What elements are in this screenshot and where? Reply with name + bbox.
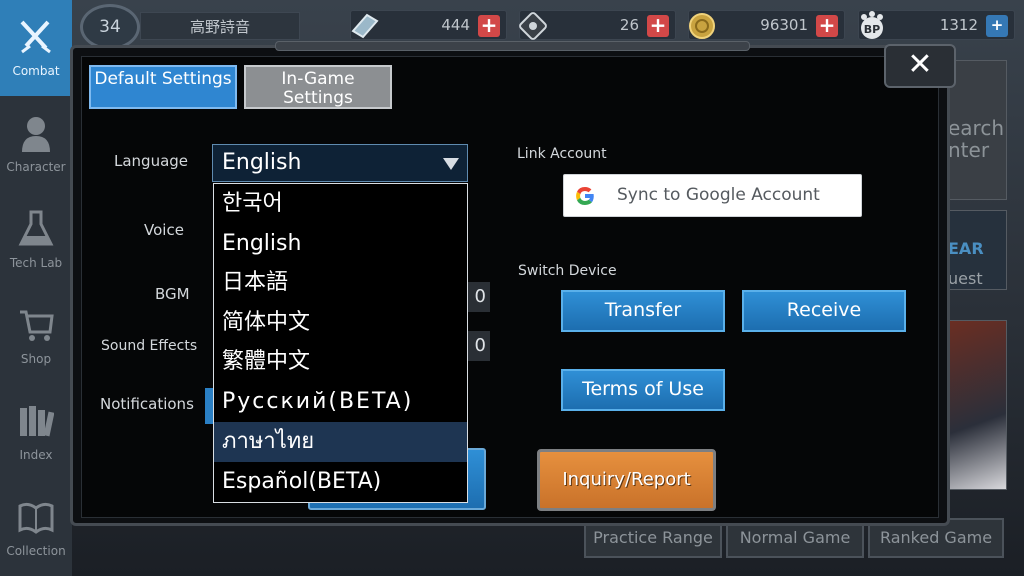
quest-card[interactable]: EAR uest [945,210,1007,290]
sidebar-item-index[interactable]: Index [0,384,72,480]
center-text: nter [948,138,990,162]
modal-handle [275,41,750,51]
link-account-label: Link Account [517,146,607,162]
settings-panel [81,56,939,518]
transfer-button[interactable]: Transfer [561,290,725,332]
language-options-list: 한국어 English 日本語 简体中文 繁體中文 Русский(BETA) … [213,183,468,503]
language-option-simplified-chinese[interactable]: 简体中文 [214,303,467,343]
sidebar-item-label: Tech Lab [9,256,63,270]
sidebar-item-label: Collection [6,544,66,558]
sound-effects-label: Sound Effects [101,338,198,354]
sidebar-item-shop[interactable]: Shop [0,288,72,384]
sidebar-item-collection[interactable]: Collection [0,480,72,576]
shopping-cart-icon [20,310,54,341]
language-option-thai[interactable]: ภาษาไทย [214,422,467,462]
sidebar-item-label: Index [19,448,53,462]
language-option-traditional-chinese[interactable]: 繁體中文 [214,342,467,382]
google-button-label: Sync to Google Account [617,185,820,205]
add-ticket-button[interactable]: + [647,15,669,37]
language-option-korean[interactable]: 한국어 [214,184,467,224]
language-option-japanese[interactable]: 日本語 [214,263,467,303]
character-art [945,320,1007,490]
bp-paw-icon: BP [861,11,883,39]
notifications-label: Notifications [100,395,194,413]
top-bar: 34 高野詩音 444 + 26 + 96301 + BP 1312 + [72,0,1024,50]
books-icon [20,406,54,437]
crystal-icon [351,13,379,39]
resource-bp: BP 1312 + [858,10,1015,40]
sidebar-item-character[interactable]: Character [0,96,72,192]
quest-tag-text: EAR [948,239,984,258]
tab-in-game-settings[interactable]: In-Game Settings [244,65,392,109]
sidebar-item-tech-lab[interactable]: Tech Lab [0,192,72,288]
gold-coin-icon [689,13,715,39]
sidebar-item-label: Combat [12,64,60,78]
tab-default-settings[interactable]: Default Settings [89,65,237,109]
sidebar: Combat Character Tech Lab Shop Index Col… [0,0,72,576]
sidebar-item-combat[interactable]: Combat [0,0,72,96]
character-bust-icon [22,117,50,152]
language-selected-value: English [222,150,302,175]
close-button[interactable]: ✕ [884,44,956,88]
language-option-spanish[interactable]: Español(BETA) [214,462,467,502]
receive-button[interactable]: Receive [742,290,906,332]
crossed-swords-icon [20,20,51,54]
ticket-icon [519,12,547,40]
game-screen: Combat Character Tech Lab Shop Index Col… [0,0,1024,576]
language-dropdown[interactable]: English [212,144,468,182]
sync-google-button[interactable]: Sync to Google Account [563,174,862,217]
resource-ticket: 26 + [519,10,676,40]
bgm-volume-value[interactable]: 0 [466,282,490,312]
research-text: earch [948,116,1005,140]
settings-modal [70,45,950,526]
inquiry-report-button[interactable]: Inquiry/Report [537,449,716,511]
switch-device-label: Switch Device [518,263,617,279]
open-book-icon [18,502,54,534]
resource-value: 444 [441,16,470,34]
tab-label: Default Settings [94,69,232,89]
add-crystal-button[interactable]: + [478,15,500,37]
player-info[interactable]: 34 高野詩音 [80,4,302,50]
terms-of-use-button[interactable]: Terms of Use [561,369,725,411]
sidebar-item-label: Shop [20,352,52,366]
language-label: Language [114,152,189,170]
resource-value: 1312 [939,16,978,34]
language-option-russian[interactable]: Русский(BETA) [214,382,467,422]
quest-text: uest [948,269,983,288]
resource-value: 26 [619,16,639,34]
sidebar-item-label: Character [6,160,66,174]
sfx-volume-value[interactable]: 0 [466,331,490,361]
player-name: 高野詩音 [140,12,300,40]
bgm-label: BGM [155,285,190,303]
voice-label: Voice [144,221,184,239]
chevron-down-icon [443,158,459,170]
add-bp-button[interactable]: + [986,15,1008,37]
tab-label: In-Game Settings [281,69,355,108]
language-option-english[interactable]: English [214,224,467,264]
resource-gold: 96301 + [688,10,845,40]
flask-icon [18,210,54,246]
level-badge: 34 [80,4,140,50]
add-gold-button[interactable]: + [816,15,838,37]
resource-crystal: 444 + [350,10,507,40]
svg-text:BP: BP [864,23,880,36]
google-logo-icon [576,187,594,205]
resource-value: 96301 [760,16,808,34]
